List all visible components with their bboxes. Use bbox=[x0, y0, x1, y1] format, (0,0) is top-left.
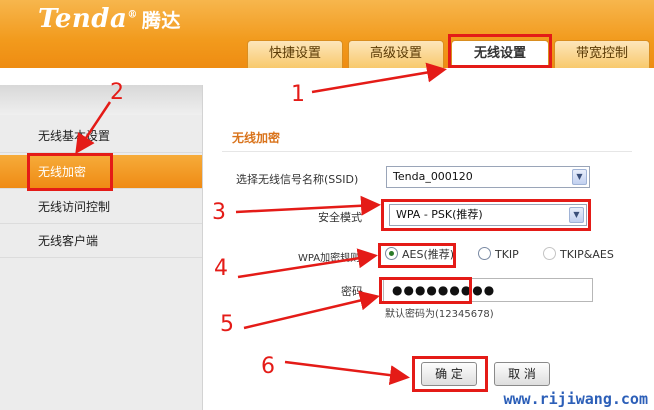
arrow-3 bbox=[235, 195, 381, 216]
arrow-5 bbox=[243, 290, 380, 330]
arrow-1 bbox=[311, 62, 447, 94]
arrow-2 bbox=[75, 101, 112, 155]
watermark: www.rijiwang.com bbox=[503, 390, 649, 408]
arrow-4 bbox=[237, 248, 378, 279]
annotation-arrows bbox=[75, 62, 447, 386]
arrow-6 bbox=[284, 360, 410, 386]
